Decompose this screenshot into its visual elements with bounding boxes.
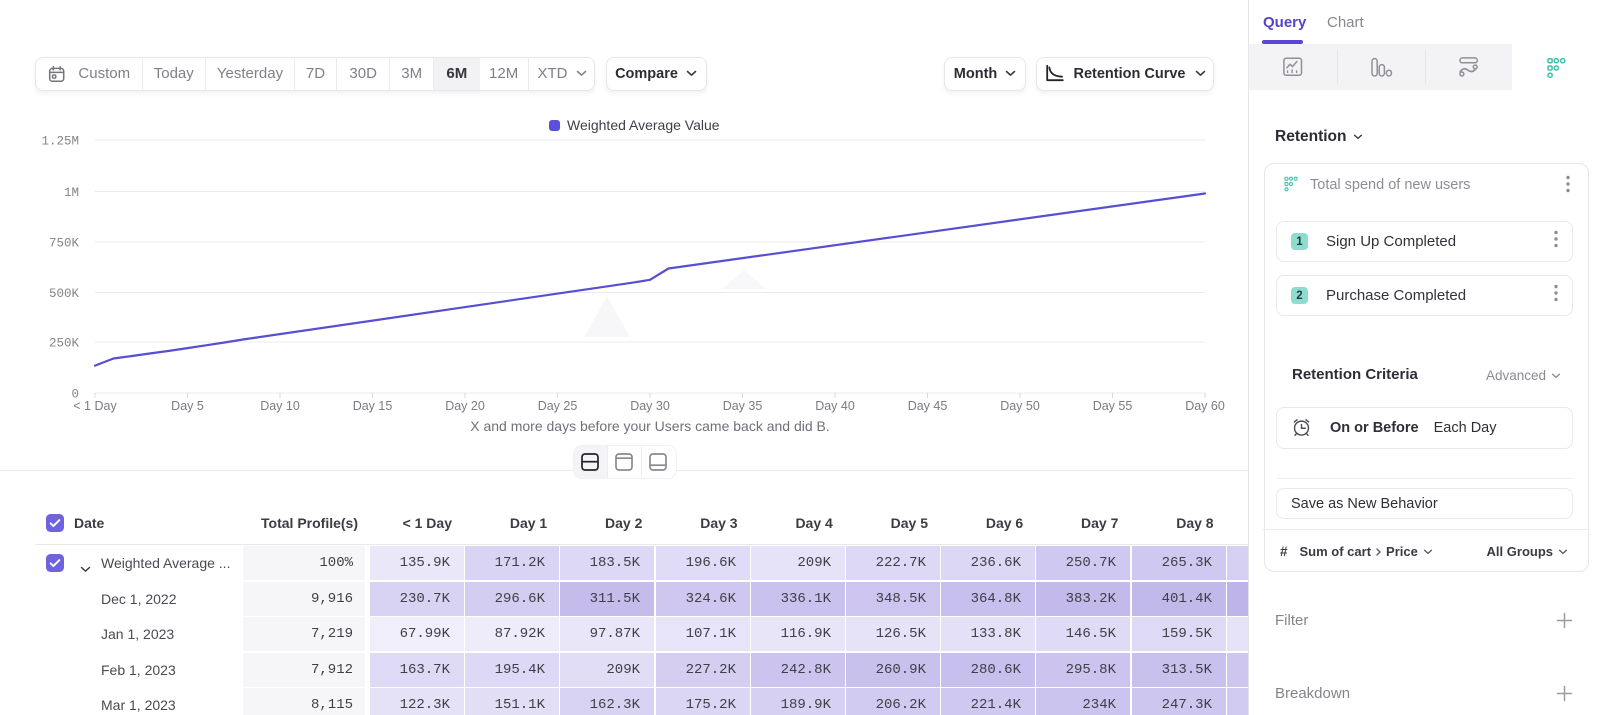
- svg-text:1M: 1M: [64, 186, 79, 200]
- svg-text:Day 10: Day 10: [260, 399, 300, 413]
- svg-text:Day 15: Day 15: [353, 399, 393, 413]
- svg-text:Day 5: Day 5: [171, 399, 204, 413]
- svg-text:500K: 500K: [49, 287, 80, 301]
- svg-text:1.25M: 1.25M: [41, 135, 79, 149]
- svg-text:Day 20: Day 20: [445, 399, 485, 413]
- svg-text:< 1 Day: < 1 Day: [73, 399, 117, 413]
- svg-text:Day 60: Day 60: [1185, 399, 1225, 413]
- svg-text:Day 25: Day 25: [538, 399, 578, 413]
- svg-text:Day 55: Day 55: [1093, 399, 1133, 413]
- svg-text:Day 45: Day 45: [908, 399, 948, 413]
- svg-text:Day 40: Day 40: [815, 399, 855, 413]
- svg-text:Day 35: Day 35: [723, 399, 763, 413]
- svg-text:750K: 750K: [49, 237, 80, 251]
- svg-text:Day 50: Day 50: [1000, 399, 1040, 413]
- svg-text:250K: 250K: [49, 337, 80, 351]
- svg-text:Day 30: Day 30: [630, 399, 670, 413]
